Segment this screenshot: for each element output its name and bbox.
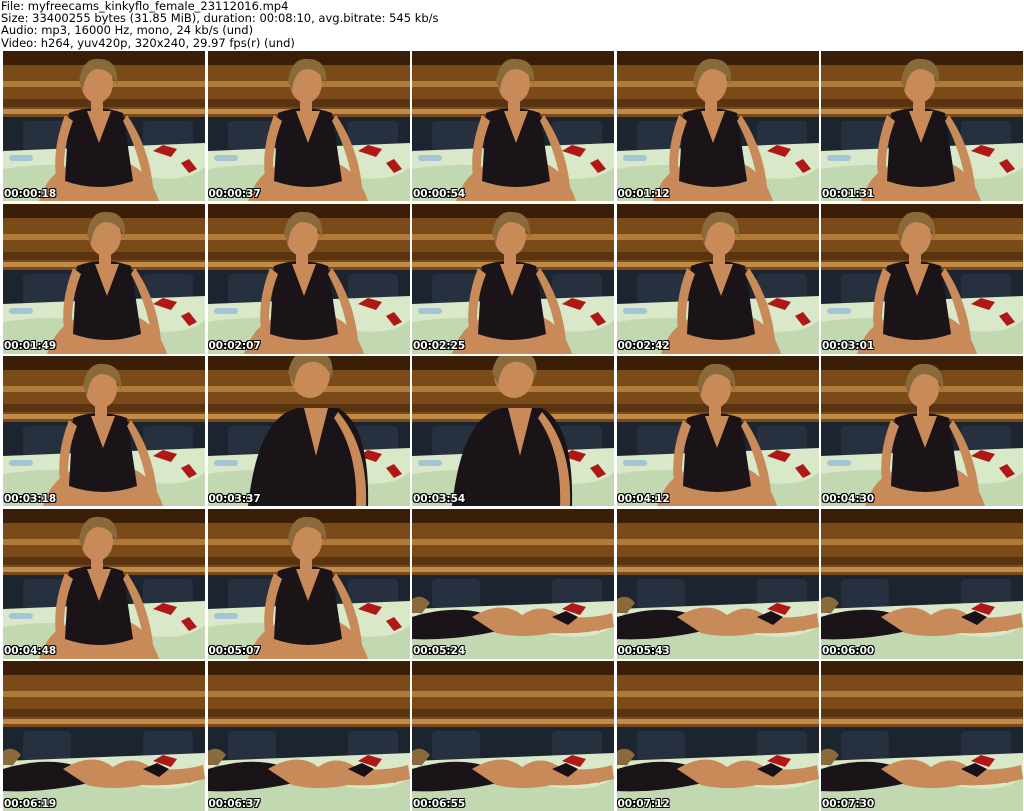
audio-info-line: Audio: mp3, 16000 Hz, mono, 24 kb/s (und… bbox=[1, 23, 254, 38]
video-thumbnail: 00:06:19 bbox=[3, 661, 205, 811]
video-info-line: Video: h264, yuv420p, 320x240, 29.97 fps… bbox=[1, 35, 295, 50]
video-thumbnail: 00:06:00 bbox=[821, 508, 1023, 659]
video-thumbnail: 00:02:25 bbox=[412, 203, 614, 354]
video-thumbnail: 00:01:12 bbox=[616, 51, 819, 201]
video-thumbnail: 00:07:12 bbox=[616, 661, 819, 811]
thumbnail-timestamp: 00:03:18 bbox=[4, 492, 57, 505]
thumbnail-timestamp: 00:06:37 bbox=[208, 797, 261, 810]
video-thumbnail: 00:01:31 bbox=[821, 51, 1023, 201]
thumbnail-timestamp: 00:03:54 bbox=[413, 492, 466, 505]
video-thumbnail: 00:05:24 bbox=[412, 508, 614, 659]
video-thumbnail: 00:04:30 bbox=[821, 356, 1023, 506]
thumbnail-frame-image bbox=[3, 356, 205, 506]
thumbnail-frame-image bbox=[412, 203, 614, 354]
thumbnail-frame-image bbox=[207, 508, 410, 659]
thumbnail-timestamp: 00:03:01 bbox=[822, 340, 875, 352]
thumbnail-timestamp: 00:02:42 bbox=[617, 340, 670, 352]
video-thumbnail: 00:06:37 bbox=[207, 661, 410, 811]
thumbnail-timestamp: 00:05:43 bbox=[617, 645, 670, 657]
thumbnail-frame-image bbox=[616, 661, 819, 811]
thumbnail-frame-image bbox=[821, 203, 1023, 354]
thumbnail-timestamp: 00:02:07 bbox=[208, 340, 261, 352]
thumbnail-timestamp: 00:01:49 bbox=[4, 340, 57, 352]
video-thumbnail: 00:03:37 bbox=[207, 356, 410, 506]
thumbnail-timestamp: 00:05:24 bbox=[413, 645, 466, 657]
video-thumbnail: 00:00:54 bbox=[412, 51, 614, 201]
thumbnail-timestamp: 00:04:12 bbox=[617, 492, 670, 505]
thumbnail-frame-image bbox=[616, 508, 819, 659]
video-thumbnail: 00:02:42 bbox=[616, 203, 819, 354]
thumbnail-frame-image bbox=[412, 356, 614, 506]
thumbnail-frame-image bbox=[616, 203, 819, 354]
thumbnail-timestamp: 00:06:19 bbox=[4, 797, 57, 810]
thumbnail-frame-image bbox=[821, 661, 1023, 811]
video-thumbnail: 00:04:12 bbox=[616, 356, 819, 506]
thumbnail-frame-image bbox=[412, 661, 614, 811]
video-thumbnail: 00:05:43 bbox=[616, 508, 819, 659]
thumbnail-timestamp: 00:01:31 bbox=[822, 187, 875, 200]
thumbnail-timestamp: 00:04:48 bbox=[4, 645, 57, 657]
thumbnail-frame-image bbox=[616, 51, 819, 201]
video-thumbnail: 00:03:01 bbox=[821, 203, 1023, 354]
thumbnail-frame-image bbox=[412, 508, 614, 659]
thumbnail-frame-image bbox=[3, 661, 205, 811]
thumbnail-timestamp: 00:07:30 bbox=[822, 797, 875, 810]
thumbnail-timestamp: 00:00:37 bbox=[208, 187, 261, 200]
thumbnail-frame-image bbox=[207, 661, 410, 811]
thumbnail-timestamp: 00:06:00 bbox=[822, 645, 875, 657]
thumbnail-frame-image bbox=[821, 356, 1023, 506]
thumbnail-timestamp: 00:03:37 bbox=[208, 492, 261, 505]
thumbnail-frame-image bbox=[3, 51, 205, 201]
thumbnail-frame-image bbox=[821, 51, 1023, 201]
thumbnail-frame-image bbox=[3, 203, 205, 354]
thumbnail-timestamp: 00:00:18 bbox=[4, 187, 57, 200]
thumbnail-timestamp: 00:00:54 bbox=[413, 187, 466, 200]
thumbnail-frame-image bbox=[207, 356, 410, 506]
thumbnail-timestamp: 00:07:12 bbox=[617, 797, 670, 810]
thumbnail-timestamp: 00:06:55 bbox=[413, 797, 466, 810]
thumbnail-frame-image bbox=[616, 356, 819, 506]
thumbnail-timestamp: 00:05:07 bbox=[208, 645, 261, 657]
video-thumbnail: 00:00:37 bbox=[207, 51, 410, 201]
video-thumbnail: 00:01:49 bbox=[3, 203, 205, 354]
thumbnail-frame-image bbox=[3, 508, 205, 659]
video-thumbnail: 00:04:48 bbox=[3, 508, 205, 659]
video-thumbnail: 00:02:07 bbox=[207, 203, 410, 354]
video-thumbnail: 00:05:07 bbox=[207, 508, 410, 659]
thumbnail-frame-image bbox=[821, 508, 1023, 659]
thumbnail-frame-image bbox=[207, 203, 410, 354]
video-thumbnail: 00:07:30 bbox=[821, 661, 1023, 811]
thumbnail-frame-image bbox=[412, 51, 614, 201]
video-thumbnail: 00:06:55 bbox=[412, 661, 614, 811]
video-thumbnail: 00:03:18 bbox=[3, 356, 205, 506]
file-info-header: File: myfreecams_kinkyflo_female_2311201… bbox=[0, 0, 1024, 50]
thumbnail-timestamp: 00:04:30 bbox=[822, 492, 875, 505]
thumbnail-timestamp: 00:02:25 bbox=[413, 340, 466, 352]
video-thumbnail: 00:03:54 bbox=[412, 356, 614, 506]
thumbnail-frame-image bbox=[207, 51, 410, 201]
thumbnail-grid: 00:00:18 00:00:37 00:00:54 00:01:12 00:01:31… bbox=[3, 51, 1023, 811]
video-thumbnail: 00:00:18 bbox=[3, 51, 205, 201]
thumbnail-timestamp: 00:01:12 bbox=[617, 187, 670, 200]
